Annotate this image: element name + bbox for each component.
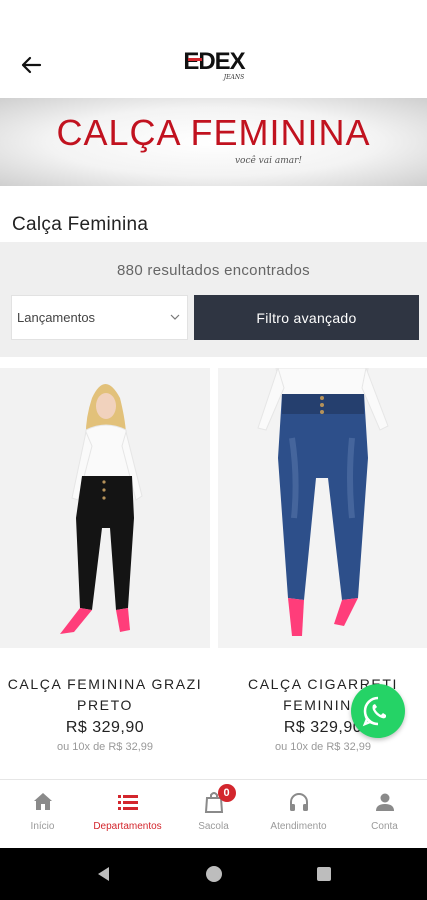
app-header: EDEX JEANS: [0, 0, 427, 98]
nav-label: Conta: [371, 821, 398, 832]
product-card[interactable]: CALÇA FEMININA GRAZI PRETO R$ 329,90 ou …: [0, 368, 210, 780]
back-button[interactable]: [14, 48, 48, 82]
product-price: R$ 329,90: [65, 719, 145, 736]
advanced-filter-button[interactable]: Filtro avançado: [194, 295, 419, 340]
system-recents-icon[interactable]: [314, 864, 334, 884]
product-installments: ou 10x de R$ 32,99: [56, 741, 154, 753]
list-icon: [117, 795, 138, 810]
bottom-navigation: Início Departamentos 0 Sacola Atendiment…: [0, 779, 427, 848]
nav-label: Departamentos: [93, 821, 162, 832]
brand-logo[interactable]: EDEX JEANS: [166, 47, 262, 83]
banner-title: CALÇA FEMININA: [56, 112, 371, 153]
nav-item-sacola[interactable]: 0 Sacola: [171, 784, 256, 840]
nav-label: Início: [30, 821, 55, 832]
results-count: 880 resultados encontrados: [117, 262, 310, 279]
model-blue-jeans-illustration: [218, 368, 427, 648]
product-image[interactable]: [0, 368, 210, 648]
svg-text:EDEX: EDEX: [183, 48, 245, 75]
nav-item-departamentos[interactable]: Departamentos: [85, 790, 170, 840]
product-installments: ou 10x de R$ 32,99: [274, 741, 372, 753]
product-name[interactable]: CALÇA FEMININA GRAZI PRETO: [0, 674, 210, 716]
sort-selected-value: Lançamentos: [17, 310, 96, 325]
banner-subtitle: você vai amar!: [234, 156, 303, 166]
product-listing-page: EDEX JEANS CALÇA FEMININA você vai amar!…: [0, 0, 427, 900]
product-image[interactable]: [218, 368, 427, 648]
system-home-icon[interactable]: [204, 864, 224, 884]
category-banner[interactable]: CALÇA FEMININA você vai amar!: [0, 98, 427, 186]
cart-count-badge: 0: [217, 784, 236, 802]
nav-item-conta[interactable]: Conta: [342, 790, 427, 840]
sort-select[interactable]: Lançamentos: [11, 295, 188, 340]
nav-item-atendimento[interactable]: Atendimento: [256, 790, 341, 840]
model-black-jeans-illustration: [0, 368, 210, 648]
whatsapp-icon: [362, 696, 386, 727]
chevron-down-icon: [170, 314, 180, 320]
home-icon: [33, 793, 52, 810]
system-back-icon[interactable]: [94, 864, 114, 884]
nav-label: Sacola: [198, 821, 229, 832]
user-icon: [375, 793, 394, 811]
nav-label: Atendimento: [270, 821, 327, 832]
whatsapp-button[interactable]: [351, 684, 405, 738]
headset-icon: [289, 793, 308, 811]
svg-text:JEANS: JEANS: [222, 74, 244, 81]
arrow-left-icon: [21, 56, 42, 74]
nav-item-inicio[interactable]: Início: [0, 790, 85, 840]
system-navigation-bar: [0, 848, 427, 900]
page-title: Calça Feminina: [12, 214, 149, 235]
filter-panel: 880 resultados encontrados Lançamentos F…: [0, 242, 427, 357]
